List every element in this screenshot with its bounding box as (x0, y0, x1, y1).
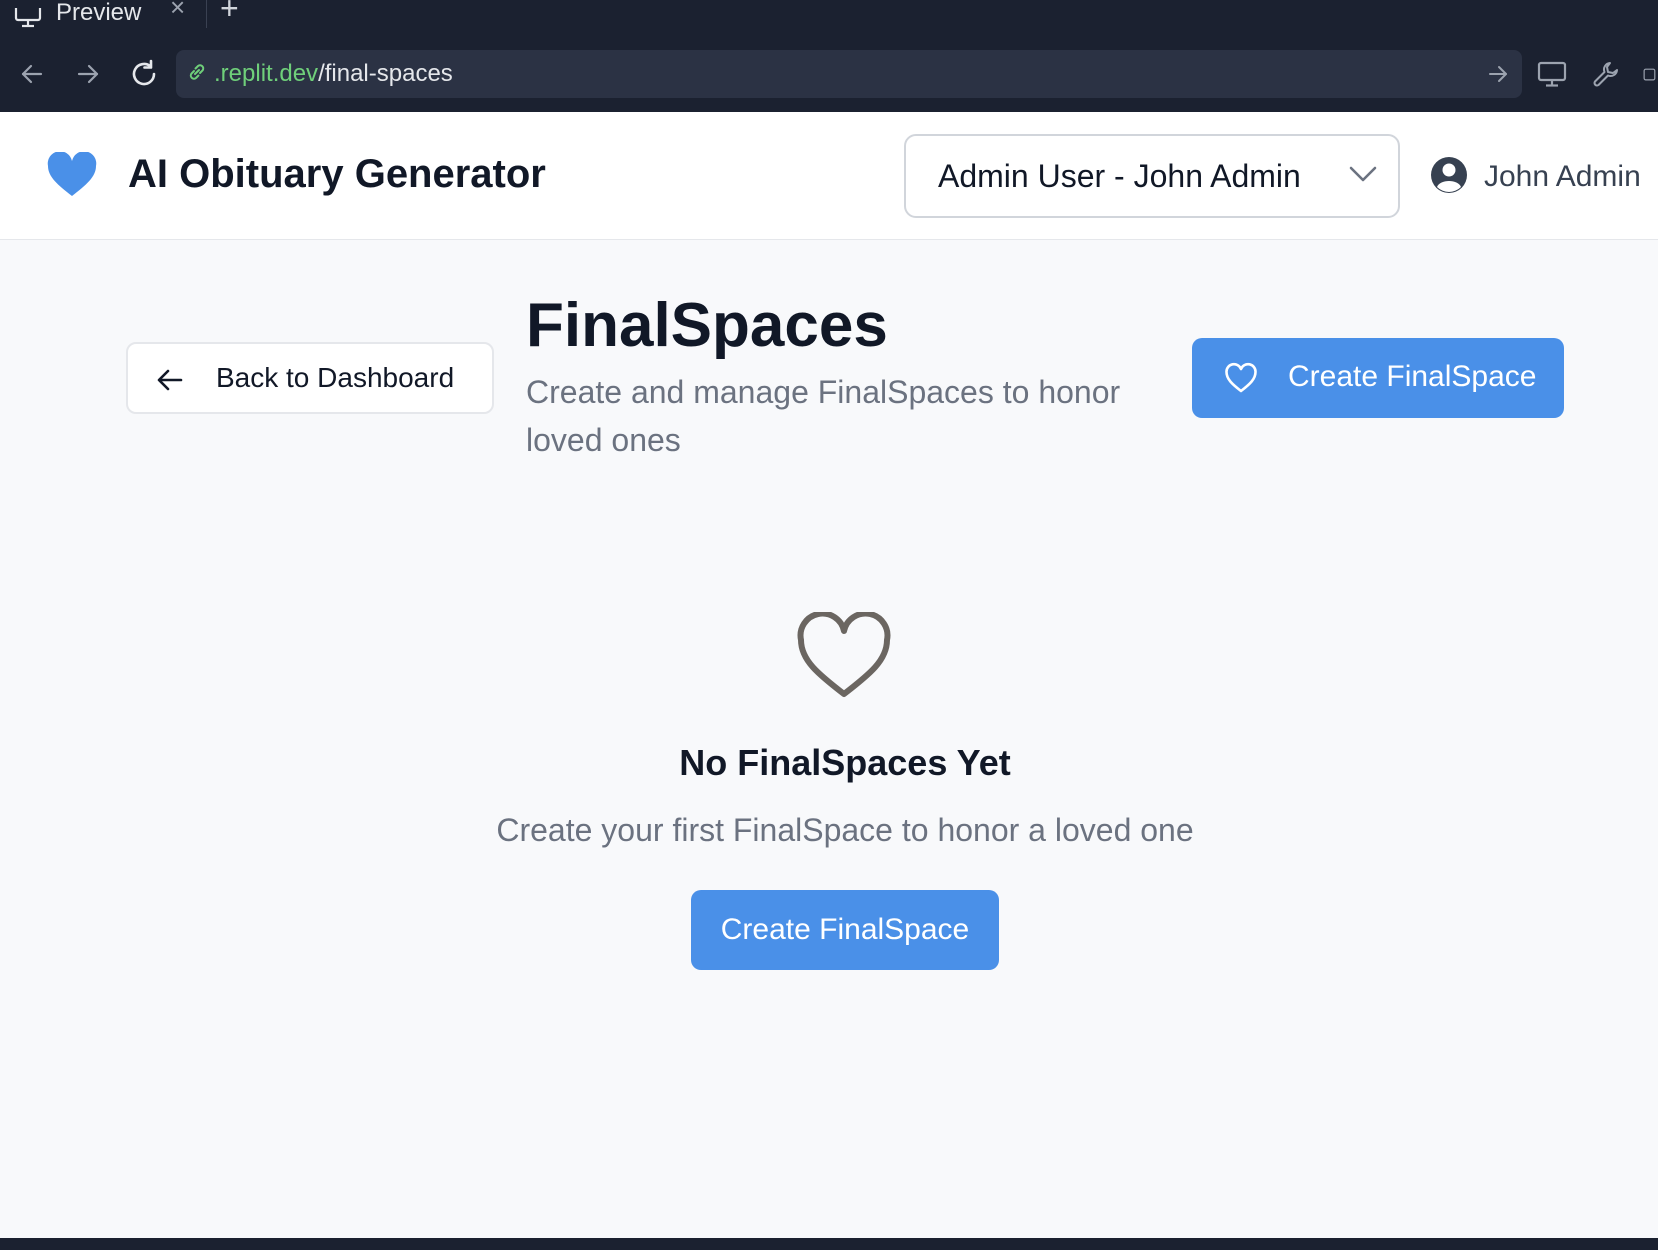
address-bar[interactable]: .replit.dev/final-spaces (176, 50, 1522, 98)
go-arrow-icon[interactable] (1486, 62, 1510, 91)
app-header: AI Obituary Generator Admin User - John … (0, 112, 1658, 240)
browser-tabbar: Preview × + (0, 0, 1658, 40)
wrench-icon (1593, 62, 1618, 87)
reload-button[interactable] (126, 56, 162, 92)
app-page: AI Obituary Generator Admin User - John … (0, 112, 1658, 1238)
browser-bottom-edge (0, 1238, 1658, 1250)
page-subtitle: Create and manage FinalSpaces to honor l… (526, 374, 1121, 458)
empty-state-title: No FinalSpaces Yet (679, 742, 1011, 783)
arrow-left-icon (21, 64, 43, 84)
url-path: /final-spaces (318, 60, 453, 87)
forward-nav-button[interactable] (70, 56, 106, 92)
user-circle-icon[interactable] (1430, 156, 1468, 199)
create-first-finalspace-button[interactable]: Create FinalSpace (691, 890, 999, 970)
monitor-icon (1537, 61, 1567, 87)
browser-tab-preview[interactable]: Preview × (0, 0, 206, 40)
arrow-left-icon (156, 366, 184, 399)
browser-toolbar: .replit.dev/final-spaces (0, 40, 1658, 112)
monitor-icon (14, 8, 44, 32)
role-selector-value: Admin User - John Admin (938, 157, 1301, 194)
devtools-button[interactable] (1590, 58, 1622, 90)
role-selector[interactable]: Admin User - John Admin (904, 134, 1400, 218)
tab-close-icon[interactable]: × (170, 0, 185, 23)
devices-button[interactable] (1536, 58, 1568, 90)
external-icon (1643, 68, 1656, 81)
tab-title: Preview (56, 0, 142, 26)
page-title: FinalSpaces (526, 291, 888, 360)
back-nav-button[interactable] (14, 56, 50, 92)
create-first-finalspace-label: Create FinalSpace (720, 913, 970, 946)
link-icon (186, 61, 208, 88)
external-button[interactable] (1642, 58, 1658, 90)
chevron-down-icon (1348, 164, 1378, 189)
empty-state-description: Create your first FinalSpace to honor a … (496, 812, 1194, 848)
reload-icon (132, 59, 156, 86)
back-to-dashboard-button[interactable]: Back to Dashboard (126, 342, 494, 414)
tab-divider (206, 0, 207, 28)
heart-outline-icon (1224, 362, 1258, 399)
heart-outline-icon (796, 610, 892, 705)
arrow-right-icon (77, 64, 99, 84)
heart-icon (46, 151, 98, 203)
user-name[interactable]: John Admin (1484, 160, 1641, 194)
url-host: .replit.dev (214, 60, 319, 87)
create-finalspace-label: Create FinalSpace (1288, 360, 1537, 393)
new-tab-button[interactable]: + (220, 0, 239, 27)
create-finalspace-button[interactable]: Create FinalSpace (1192, 338, 1564, 418)
back-to-dashboard-label: Back to Dashboard (216, 362, 455, 393)
app-title: AI Obituary Generator (128, 152, 546, 196)
